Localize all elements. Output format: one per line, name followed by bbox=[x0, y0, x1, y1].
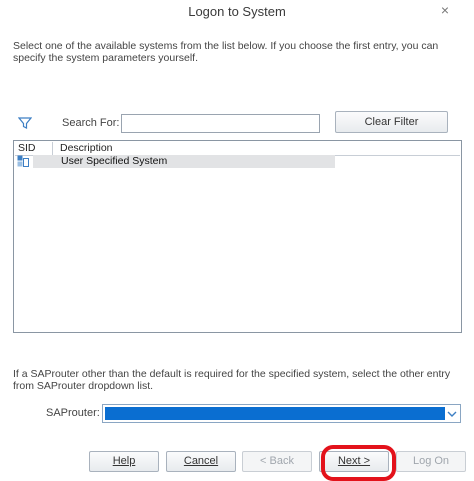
help-button-label: Help bbox=[112, 455, 136, 467]
close-button[interactable]: × bbox=[438, 3, 452, 17]
cancel-button-label: Cancel bbox=[183, 455, 219, 467]
clear-filter-label: Clear Filter bbox=[364, 116, 419, 128]
saprouter-selected-value bbox=[105, 407, 445, 420]
back-button-label: < Back bbox=[260, 455, 294, 467]
table-row[interactable]: User Specified System bbox=[15, 155, 460, 168]
saprouter-info-text: If a SAProuter other than the default is… bbox=[13, 368, 451, 392]
chevron-down-icon[interactable] bbox=[446, 408, 458, 420]
system-list[interactable]: SID Description User Specified System bbox=[13, 140, 462, 333]
column-header-sid[interactable]: SID bbox=[18, 142, 53, 155]
instructions-text: Select one of the available systems from… bbox=[13, 40, 439, 64]
next-button-label: Next > bbox=[337, 455, 371, 467]
search-label: Search For: bbox=[62, 117, 120, 129]
logon-button[interactable]: Log On bbox=[396, 451, 466, 472]
cancel-button[interactable]: Cancel bbox=[166, 451, 236, 472]
dialog-title: Logon to System bbox=[188, 4, 286, 19]
close-icon: × bbox=[440, 2, 450, 18]
row-description: User Specified System bbox=[61, 155, 168, 167]
filter-icon[interactable] bbox=[18, 116, 32, 130]
saprouter-label: SAProuter: bbox=[46, 407, 100, 419]
back-button[interactable]: < Back bbox=[242, 451, 312, 472]
saprouter-dropdown[interactable] bbox=[102, 404, 461, 423]
logon-button-label: Log On bbox=[412, 455, 450, 467]
next-button[interactable]: Next > bbox=[319, 451, 389, 472]
list-header: SID Description bbox=[15, 142, 460, 156]
column-header-description[interactable]: Description bbox=[60, 142, 113, 155]
help-button[interactable]: Help bbox=[89, 451, 159, 472]
search-input[interactable] bbox=[121, 114, 320, 133]
system-icon bbox=[17, 155, 29, 167]
clear-filter-button[interactable]: Clear Filter bbox=[335, 111, 448, 133]
